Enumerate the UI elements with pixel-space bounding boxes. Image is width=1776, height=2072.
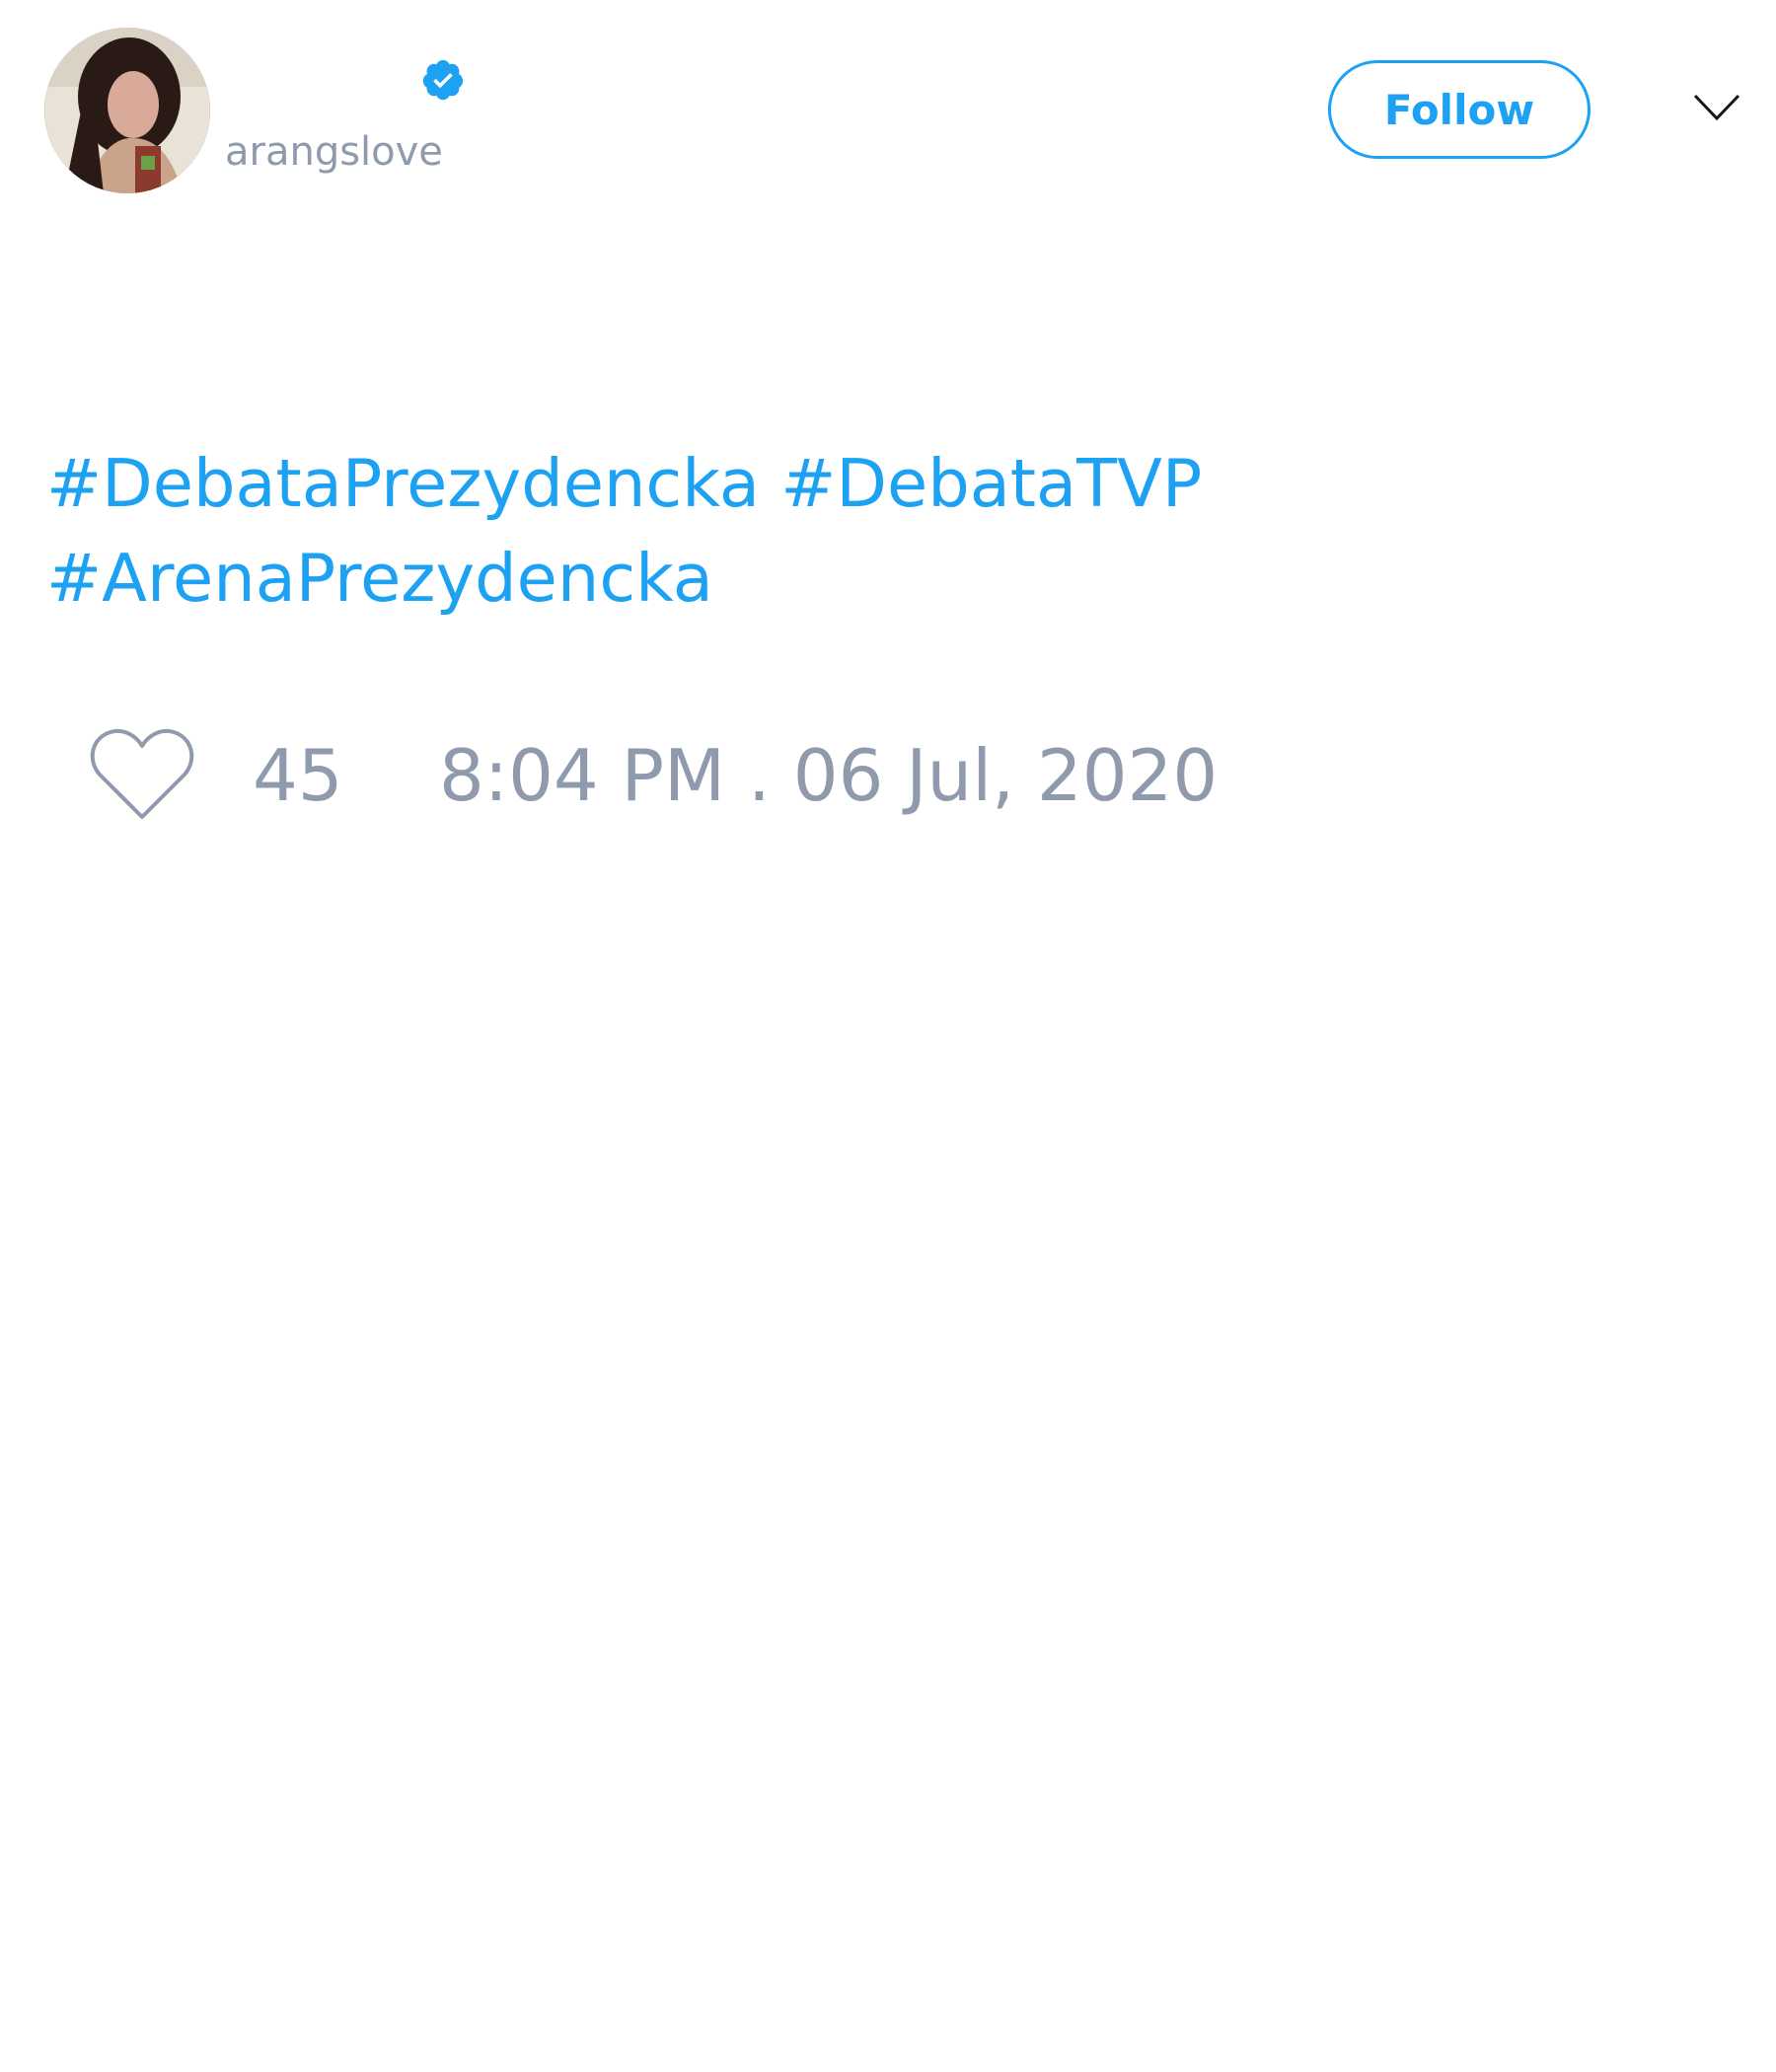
- tweet-card: arangslove Follow #DebataPrezydencka #De…: [0, 0, 1776, 2072]
- avatar-image: [44, 28, 210, 193]
- tweet-footer: 45 8:04 PM . 06 Jul, 2020: [89, 726, 1470, 825]
- hashtag-link[interactable]: #ArenaPrezydencka: [46, 540, 713, 617]
- tweet-timestamp[interactable]: 8:04 PM . 06 Jul, 2020: [439, 734, 1218, 817]
- follow-button[interactable]: Follow: [1328, 60, 1591, 159]
- heart-icon[interactable]: [89, 726, 195, 823]
- username[interactable]: arangslove: [225, 126, 443, 178]
- verified-badge-icon: [422, 59, 464, 101]
- chevron-down-icon[interactable]: [1693, 93, 1740, 122]
- hashtag-link[interactable]: #DebataPrezydencka: [46, 445, 760, 522]
- tweet-text: #DebataPrezydencka #DebataTVP #ArenaPrez…: [46, 436, 1526, 626]
- avatar[interactable]: [44, 28, 210, 193]
- hashtag-link[interactable]: #DebataTVP: [780, 445, 1202, 522]
- like-count: 45: [253, 734, 343, 817]
